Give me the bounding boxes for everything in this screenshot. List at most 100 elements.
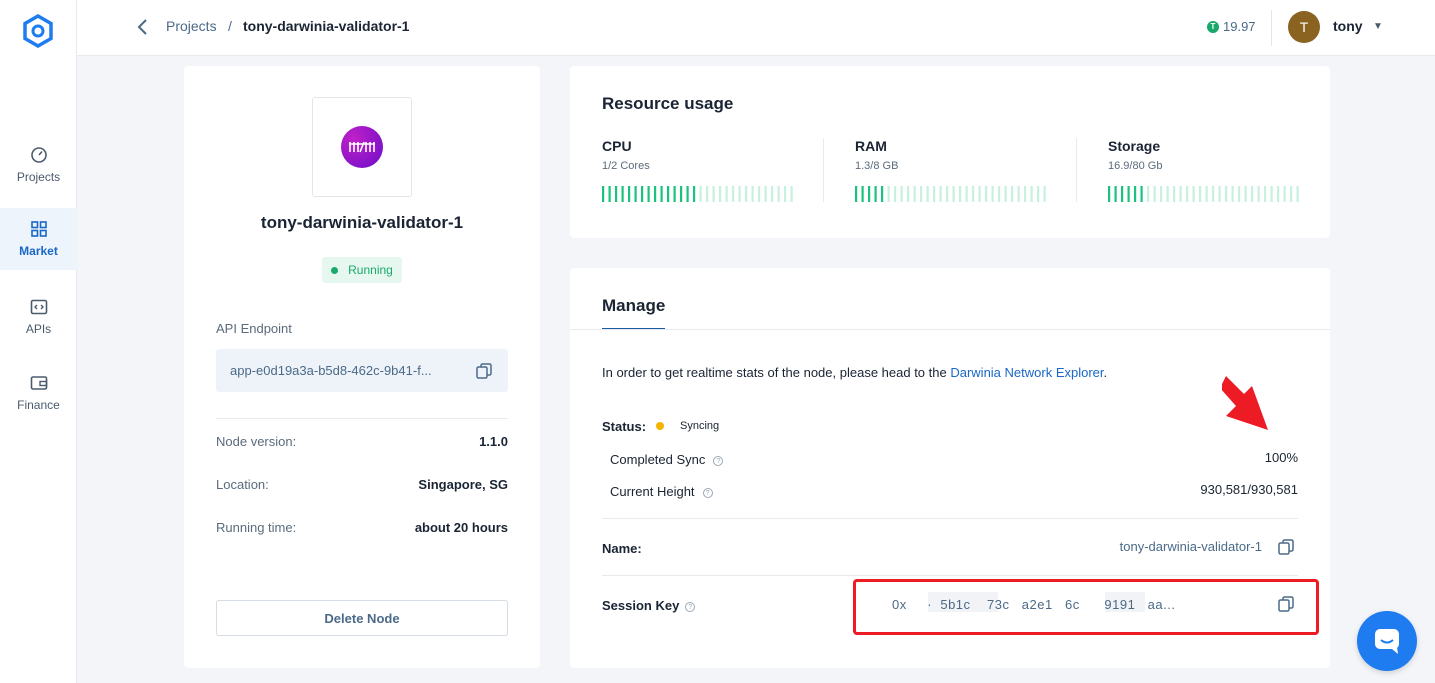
running-time-row: Running time: about 20 hours xyxy=(216,520,508,535)
usage-bar-segment xyxy=(784,186,787,202)
help-icon[interactable]: ? xyxy=(713,455,724,466)
current-height-value: 930,581/930,581 xyxy=(1200,482,1298,497)
highlight-box-annotation xyxy=(853,579,1319,635)
usage-bar-segment xyxy=(790,186,793,202)
help-icon[interactable]: ? xyxy=(702,487,713,498)
sidebar-item-apis[interactable]: APIs xyxy=(0,286,77,348)
ram-detail: 1.3/8 GB xyxy=(855,160,899,172)
usage-bar-segment xyxy=(660,186,663,202)
usage-bar-segment xyxy=(1179,186,1182,202)
copy-icon[interactable] xyxy=(1277,538,1295,556)
node-title: tony-darwinia-validator-1 xyxy=(260,213,464,232)
resource-divider xyxy=(823,138,824,202)
storage-detail: 16.9/80 Gb xyxy=(1108,160,1163,172)
balance-display: T 19.97 xyxy=(1207,19,1256,34)
balance-value: 19.97 xyxy=(1223,19,1256,34)
breadcrumb-projects-link[interactable]: Projects xyxy=(166,18,217,34)
usage-bar-segment xyxy=(654,186,657,202)
usage-bar-segment xyxy=(965,186,968,202)
usage-bar-segment xyxy=(1192,186,1195,202)
ram-usage: RAM 1.3/8 GB xyxy=(855,138,1055,202)
usage-bar-segment xyxy=(855,186,858,202)
usage-bar-segment xyxy=(907,186,910,202)
usage-bar-segment xyxy=(764,186,767,202)
session-key-label-text: Session Key xyxy=(602,598,680,613)
sidebar-item-label: Projects xyxy=(16,170,61,184)
usage-bar-segment xyxy=(634,186,637,202)
usage-bar-segment xyxy=(1037,186,1040,202)
sidebar-item-finance[interactable]: Finance xyxy=(0,362,77,424)
chat-support-button[interactable] xyxy=(1357,611,1417,671)
usage-bar-segment xyxy=(1251,186,1254,202)
storage-label: Storage xyxy=(1108,138,1161,154)
code-icon xyxy=(30,299,47,315)
api-endpoint-value[interactable]: app-e0d19a3a-b5d8-462c-9b41-f... xyxy=(230,363,432,378)
chat-icon xyxy=(1375,629,1399,654)
usage-bar-segment xyxy=(933,186,936,202)
copy-icon[interactable] xyxy=(475,362,493,380)
usage-bar-segment xyxy=(1043,186,1046,202)
usage-bar-segment xyxy=(1017,186,1020,202)
usage-bar-segment xyxy=(1296,186,1299,202)
breadcrumb-current: tony-darwinia-validator-1 xyxy=(243,18,410,34)
tab-manage[interactable]: Manage xyxy=(602,296,666,330)
usage-bar-segment xyxy=(1277,186,1280,202)
usage-bar-segment xyxy=(628,186,631,202)
completed-sync-row: Completed Sync? 100% xyxy=(610,450,1298,467)
sidebar-item-market[interactable]: Market xyxy=(0,208,77,270)
usage-bar-segment xyxy=(680,186,683,202)
wallet-icon xyxy=(30,376,47,390)
usage-bar-segment xyxy=(959,186,962,202)
usage-bar-segment xyxy=(1199,186,1202,202)
explorer-link[interactable]: Darwinia Network Explorer xyxy=(950,365,1103,380)
usage-bar-segment xyxy=(706,186,709,202)
breadcrumb-separator: / xyxy=(228,18,232,34)
logo-icon[interactable] xyxy=(22,14,54,48)
sidebar: Projects Market APIs Finance xyxy=(0,0,77,683)
status-dot xyxy=(331,266,339,274)
usage-bar-segment xyxy=(868,186,871,202)
name-label: Name: xyxy=(602,541,642,556)
running-time-value: about 20 hours xyxy=(414,520,508,535)
usage-bar-segment xyxy=(1186,186,1189,202)
session-key-label: Session Key? xyxy=(602,598,696,613)
cpu-usage-bar xyxy=(602,186,793,202)
token-icon: T xyxy=(1207,20,1219,33)
usage-bar-segment xyxy=(900,186,903,202)
darwinia-logo-icon xyxy=(341,126,383,168)
avatar[interactable]: T xyxy=(1288,11,1320,43)
help-icon[interactable]: ? xyxy=(685,601,696,612)
chevron-left-icon[interactable] xyxy=(133,17,153,37)
sidebar-item-projects[interactable]: Projects xyxy=(0,134,77,196)
storage-usage-bar xyxy=(1108,186,1299,202)
ram-usage-bar xyxy=(855,186,1046,202)
usage-bar-segment xyxy=(673,186,676,202)
usage-bar-segment xyxy=(621,186,624,202)
username[interactable]: tony xyxy=(1333,18,1363,34)
usage-bar-segment xyxy=(758,186,761,202)
usage-bar-segment xyxy=(920,186,923,202)
caret-down-icon[interactable]: ▼ xyxy=(1373,21,1383,32)
completed-sync-label: Completed Sync xyxy=(610,452,706,467)
usage-bar-segment xyxy=(1140,186,1143,202)
usage-bar-segment xyxy=(1270,186,1273,202)
header-divider xyxy=(1271,10,1272,46)
red-arrow-annotation xyxy=(1222,376,1268,430)
usage-bar-segment xyxy=(1024,186,1027,202)
sidebar-item-label: Market xyxy=(19,244,58,258)
status-text: Running xyxy=(348,263,393,277)
manage-intro: In order to get realtime stats of the no… xyxy=(602,365,1107,380)
syncing-dot xyxy=(656,422,664,430)
delete-node-button[interactable]: Delete Node xyxy=(216,600,508,636)
current-height-row: Current Height? 930,581/930,581 xyxy=(610,482,1298,499)
node-version-label: Node version: xyxy=(216,434,297,449)
usage-bar-segment xyxy=(732,186,735,202)
location-row: Location: Singapore, SG xyxy=(216,477,508,492)
top-header: Projects / tony-darwinia-validator-1 T 1… xyxy=(77,0,1435,56)
usage-bar-segment xyxy=(972,186,975,202)
api-endpoint-field: app-e0d19a3a-b5d8-462c-9b41-f... xyxy=(216,349,508,392)
divider xyxy=(602,518,1298,519)
node-version-value: 1.1.0 xyxy=(479,434,508,449)
usage-bar-segment xyxy=(1153,186,1156,202)
usage-bar-segment xyxy=(1166,186,1169,202)
